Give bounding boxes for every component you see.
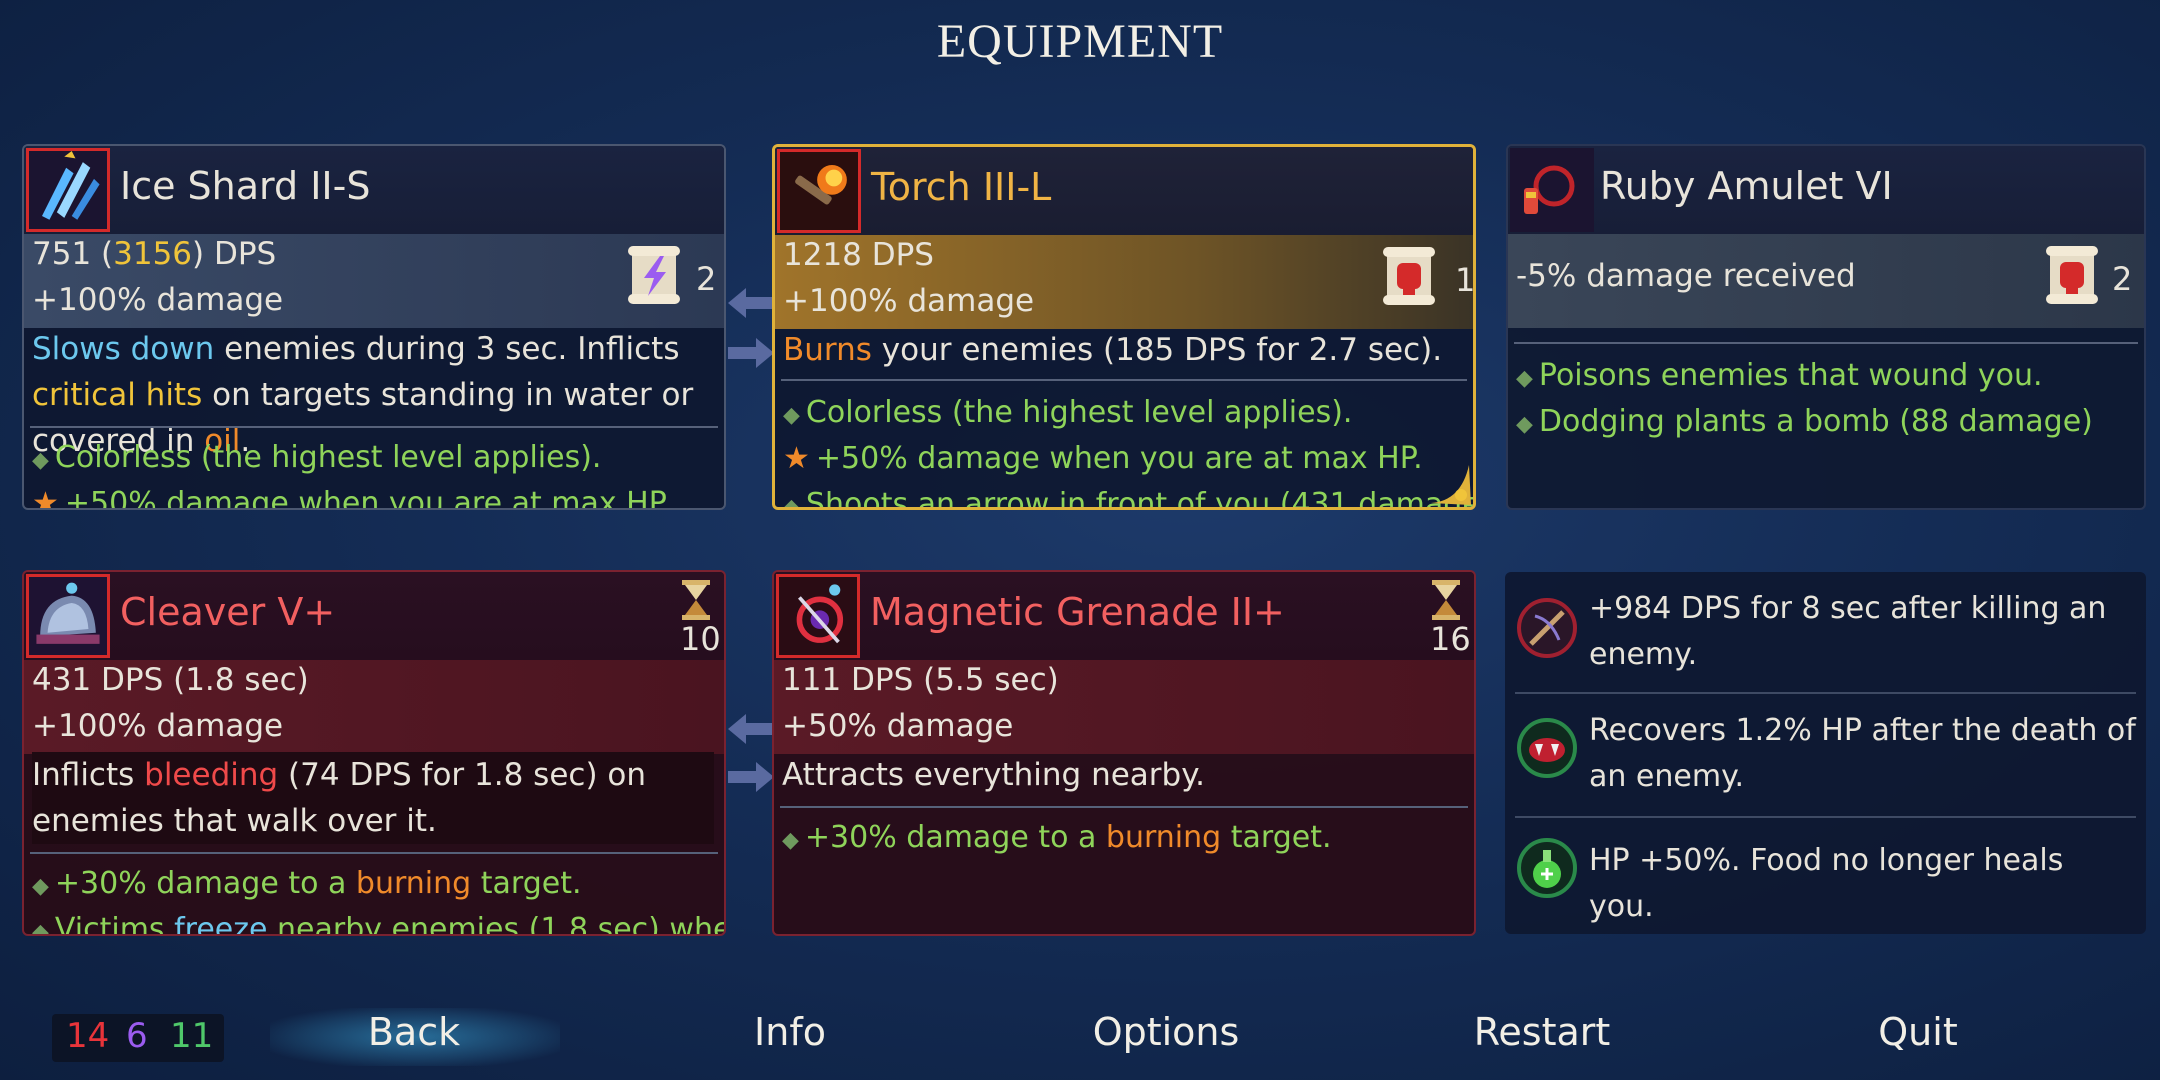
affix-colorless: ◆ Colorless (the highest level applies). [783,395,1353,430]
divider [780,806,1468,808]
mutation-1[interactable]: +984 DPS for 8 sec after killing an enem… [1505,586,2146,686]
scroll-of-brutality-icon [1383,247,1435,305]
cooldown-value: 10 [680,620,721,658]
divider [1514,342,2138,344]
gold-frame-ornament-icon [1431,465,1471,505]
divider [781,379,1467,381]
damage-line: +100% damage [783,283,1035,319]
swap-skill-right-arrow-icon[interactable] [728,762,774,792]
dps-base: 751 ( [32,236,114,272]
divider [1515,692,2136,694]
screen-title: EQUIPMENT [936,15,1224,68]
divider [1515,816,2136,818]
scroll-of-tactics-icon [628,246,680,304]
skill-description: Inflicts bleeding (74 DPS for 1.8 sec) o… [32,752,714,844]
desc-keyword-bleeding: bleeding [144,757,279,793]
divider [30,426,718,428]
affix-max-hp: ★ +50% damage when you are at max HP. [32,486,672,510]
mutation-text: HP +50%. Food no longer heals you. [1589,843,2064,924]
desc-keyword-slow: Slows down [32,331,215,367]
affix-colorless: ◆ Colorless (the highest level applies). [32,440,602,475]
hourglass-icon [1432,580,1460,620]
skill-name: Magnetic Grenade II+ [870,590,1285,634]
amulet-slot-card[interactable]: Ruby Amulet VI -5% damage received 2 ◆ Po… [1506,144,2146,510]
desc-keyword-burns: Burns [783,332,872,368]
desc-keyword-critical: critical hits [32,377,203,413]
damage-line: +50% damage [782,708,1014,744]
amulet-name: Ruby Amulet VI [1600,164,1893,208]
weapon-description: Burns your enemies (185 DPS for 2.7 sec)… [783,327,1463,373]
weapon-slot-1-card[interactable]: Ice Shard II-S 751 (3156) DPS +100% dama… [22,144,726,510]
affix-burning: ◆ +30% damage to a burning target. [782,820,1332,855]
info-button[interactable]: Info [660,1010,920,1054]
affix-freeze: ◆ Victims freeze nearby enemies (1.8 sec)… [32,912,726,936]
dps-highlight: 3156 [113,236,193,272]
weapon-slot-2-card[interactable]: Torch III-L 1218 DPS +100% damage 1 Burn… [772,144,1476,510]
magnetic-grenade-icon [776,574,860,658]
survival-count: 11 [170,1016,214,1056]
crossbow-mutation-icon [1517,598,1577,658]
hourglass-icon [682,580,710,620]
desc-text: enemies during 3 sec. Inflicts [214,331,680,367]
scroll-count: 1 [1455,261,1476,299]
restart-button[interactable]: Restart [1412,1010,1672,1054]
swap-left-arrow-icon[interactable] [728,288,774,318]
skill-name: Cleaver V+ [120,590,336,634]
bottom-menu-bar: 14 6 11 Back Info Options Restart Quit [0,1000,2160,1080]
damage-line: +100% damage [32,282,284,318]
options-button[interactable]: Options [1036,1010,1296,1054]
mutation-3[interactable]: HP +50%. Food no longer heals you. [1505,830,2146,924]
desc-text: your enemies (185 DPS for 2.7 sec). [871,332,1443,368]
dps-line: 431 DPS (1.8 sec) [32,662,309,698]
dps-line: 1218 DPS [783,237,934,273]
damage-line: +100% damage [32,708,284,744]
weapon-name: Torch III-L [871,165,1052,209]
scroll-count: 2 [2112,260,2133,298]
dps-line: 111 DPS (5.5 sec) [782,662,1059,698]
dps-line: 751 (3156) DPS [32,236,276,272]
skill-slot-1-card[interactable]: Cleaver V+ 10 431 DPS (1.8 sec) +100% da… [22,570,726,936]
skill-description: Attracts everything nearby. [782,757,1206,793]
mutation-text: +984 DPS for 8 sec after killing an enem… [1589,591,2107,672]
skill-slot-2-card[interactable]: Magnetic Grenade II+ 16 111 DPS (5.5 sec… [772,570,1476,936]
torch-icon [777,149,861,233]
cooldown-value: 16 [1430,620,1471,658]
tactics-count: 6 [126,1016,148,1056]
potion-mutation-icon [1517,838,1577,898]
mutation-2[interactable]: Recovers 1.2% HP after the death of an e… [1505,708,2146,808]
cleaver-icon [26,574,110,658]
weapon-name: Ice Shard II-S [120,164,371,208]
brutality-count: 14 [66,1016,110,1056]
mutation-text: Recovers 1.2% HP after the death of an e… [1589,713,2136,794]
divider [30,852,718,854]
scroll-count: 2 [696,260,717,298]
affix-burning: ◆ +30% damage to a burning target. [32,866,582,901]
fangs-mutation-icon [1517,718,1577,778]
quit-button[interactable]: Quit [1788,1010,2048,1054]
ruby-amulet-icon [1510,148,1594,232]
affix-arrow: ◆ Shoots an arrow in front of you (431 da… [783,487,1476,510]
scroll-of-brutality-icon [2046,246,2098,304]
affix-max-hp: ★ +50% damage when you are at max HP. [783,441,1423,476]
stat-scrolls-counter: 14 6 11 [52,1014,224,1062]
swap-skill-left-arrow-icon[interactable] [728,714,774,744]
back-button[interactable]: Back [284,1010,544,1054]
desc-text: Inflicts [32,757,145,793]
amulet-stat: -5% damage received [1516,258,1856,294]
mutations-panel: +984 DPS for 8 sec after killing an enem… [1505,572,2146,934]
ice-shard-icon [26,148,110,232]
swap-right-arrow-icon[interactable] [728,338,774,368]
dps-suffix: ) DPS [192,236,277,272]
affix-bomb: ◆ Dodging plants a bomb (88 damage) [1516,404,2093,439]
affix-poison: ◆ Poisons enemies that wound you. [1516,358,2043,393]
